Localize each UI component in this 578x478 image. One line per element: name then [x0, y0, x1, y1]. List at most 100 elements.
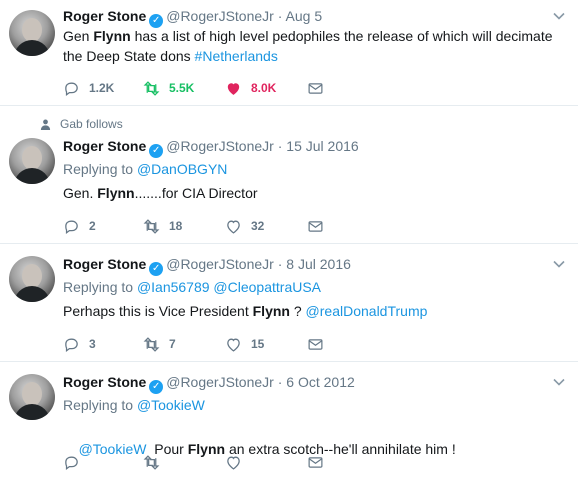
avatar[interactable]	[9, 374, 55, 420]
retweet-icon	[143, 80, 160, 96]
replying-label: Replying to	[63, 397, 134, 413]
text-segment: Perhaps this is Vice President	[63, 303, 253, 319]
text-segment: .......for CIA Director	[134, 185, 258, 201]
chevron-down-icon[interactable]	[552, 257, 566, 271]
message-button[interactable]	[307, 334, 333, 354]
user-handle[interactable]: @RogerJStoneJr	[166, 138, 274, 154]
timestamp[interactable]: 15 Jul 2016	[286, 138, 358, 154]
verified-badge-icon: ✓	[149, 262, 164, 276]
reply-icon	[65, 338, 78, 352]
mention-link[interactable]: @realDonaldTrump	[306, 303, 428, 319]
replying-to: Replying to @Ian56789 @CleopattraUSA	[63, 279, 321, 295]
replying-label: Replying to	[63, 279, 134, 295]
reply-count: 3	[89, 337, 96, 351]
reply-button[interactable]: 1.2K	[63, 78, 114, 98]
retweet-icon	[143, 336, 160, 352]
tweet-text: Perhaps this is Vice President Flynn ? @…	[63, 301, 563, 321]
separator-dot: ·	[277, 138, 283, 154]
display-name[interactable]: Roger Stone	[63, 256, 146, 272]
retweet-icon	[143, 218, 160, 234]
retweet-count: 5.5K	[169, 81, 195, 95]
retweet-button[interactable]: 18	[143, 216, 182, 236]
like-button[interactable]: 8.0K	[225, 78, 276, 98]
text-highlight: Flynn	[93, 28, 131, 44]
reply-icon	[65, 456, 78, 470]
like-button[interactable]: 15	[225, 334, 264, 354]
separator-dot: ·	[277, 256, 283, 272]
tweet-header: Roger Stone ✓ @RogerJStoneJr · Aug 5	[63, 7, 322, 28]
reply-count: 1.2K	[89, 81, 115, 95]
like-count: 8.0K	[251, 81, 277, 95]
tweet-header: Roger Stone ✓ @RogerJStoneJr · 6 Oct 2012	[63, 373, 355, 394]
heart-icon	[227, 456, 240, 470]
envelope-icon	[308, 338, 323, 350]
retweet-icon	[143, 454, 160, 470]
replying-to-link[interactable]: @Ian56789 @CleopattraUSA	[137, 279, 321, 295]
text-highlight: Flynn	[252, 303, 290, 319]
envelope-icon	[308, 220, 323, 232]
text-highlight: Flynn	[97, 185, 135, 201]
replying-to: Replying to @DanOBGYN	[63, 161, 227, 177]
reply-button[interactable]: 2	[63, 216, 96, 236]
retweet-button[interactable]	[143, 452, 169, 472]
timestamp[interactable]: Aug 5	[286, 8, 323, 24]
separator-dot: ·	[277, 8, 283, 24]
hashtag-link[interactable]: #Netherlands	[195, 48, 278, 64]
timestamp[interactable]: 6 Oct 2012	[286, 374, 355, 390]
verified-badge-icon: ✓	[149, 380, 164, 394]
timestamp[interactable]: 8 Jul 2016	[286, 256, 351, 272]
like-count: 15	[251, 337, 265, 351]
retweet-button[interactable]: 5.5K	[143, 78, 194, 98]
tweet-actions: 2 18 32	[63, 216, 363, 236]
verified-badge-icon: ✓	[149, 144, 164, 158]
retweet-count: 18	[169, 219, 183, 233]
user-handle[interactable]: @RogerJStoneJr	[166, 256, 274, 272]
reply-icon	[65, 82, 78, 96]
tweet-actions: 1.2K 5.5K 8.0K	[63, 78, 363, 98]
tweet[interactable]: Roger Stone ✓ @RogerJStoneJr · 15 Jul 2016…	[0, 106, 578, 244]
reply-button[interactable]: 3	[63, 334, 96, 354]
avatar[interactable]	[9, 10, 55, 56]
tweet[interactable]: Roger Stone ✓ @RogerJStoneJr · 8 Jul 2016 …	[0, 244, 578, 362]
tweet-header: Roger Stone ✓ @RogerJStoneJr · 8 Jul 2016	[63, 255, 351, 276]
separator-dot: ·	[277, 374, 283, 390]
tweet-text: Gen. Flynn.......for CIA Director	[63, 183, 563, 203]
reply-icon	[65, 220, 78, 234]
avatar[interactable]	[9, 138, 55, 184]
tweet-header: Roger Stone ✓ @RogerJStoneJr · 15 Jul 2016	[63, 137, 359, 158]
text-segment: ?	[289, 303, 306, 319]
heart-icon	[227, 220, 240, 234]
chevron-down-icon[interactable]	[552, 375, 566, 389]
retweet-count: 7	[169, 337, 176, 351]
replying-to: Replying to @TookieW	[63, 397, 205, 413]
tweet-text: Gen Flynn has a list of high level pedop…	[63, 26, 563, 66]
avatar[interactable]	[9, 256, 55, 302]
replying-to-link[interactable]: @TookieW	[137, 397, 205, 413]
heart-filled-icon	[227, 82, 240, 95]
text-segment: Gen	[63, 28, 94, 44]
retweet-button[interactable]: 7	[143, 334, 176, 354]
tweet[interactable]: Roger Stone ✓ @RogerJStoneJr · Aug 5 Gen F…	[0, 0, 578, 106]
tweet-actions	[63, 452, 363, 472]
like-count: 32	[251, 219, 265, 233]
replying-label: Replying to	[63, 161, 134, 177]
chevron-down-icon[interactable]	[552, 9, 566, 23]
message-button[interactable]	[307, 78, 333, 98]
message-button[interactable]	[307, 452, 333, 472]
display-name[interactable]: Roger Stone	[63, 138, 146, 154]
user-handle[interactable]: @RogerJStoneJr	[166, 374, 274, 390]
envelope-icon	[308, 82, 323, 94]
text-segment: has a list of high level pedophiles the …	[63, 28, 553, 64]
like-button[interactable]: 32	[225, 216, 264, 236]
tweet[interactable]: Roger Stone ✓ @RogerJStoneJr · 6 Oct 2012 …	[0, 362, 578, 478]
reply-button[interactable]	[63, 452, 89, 472]
message-button[interactable]	[307, 216, 333, 236]
envelope-icon	[308, 456, 323, 468]
display-name[interactable]: Roger Stone	[63, 8, 146, 24]
heart-icon	[227, 338, 240, 352]
display-name[interactable]: Roger Stone	[63, 374, 146, 390]
user-handle[interactable]: @RogerJStoneJr	[166, 8, 274, 24]
like-button[interactable]	[225, 452, 251, 472]
tweet-actions: 3 7 15	[63, 334, 363, 354]
replying-to-link[interactable]: @DanOBGYN	[137, 161, 227, 177]
